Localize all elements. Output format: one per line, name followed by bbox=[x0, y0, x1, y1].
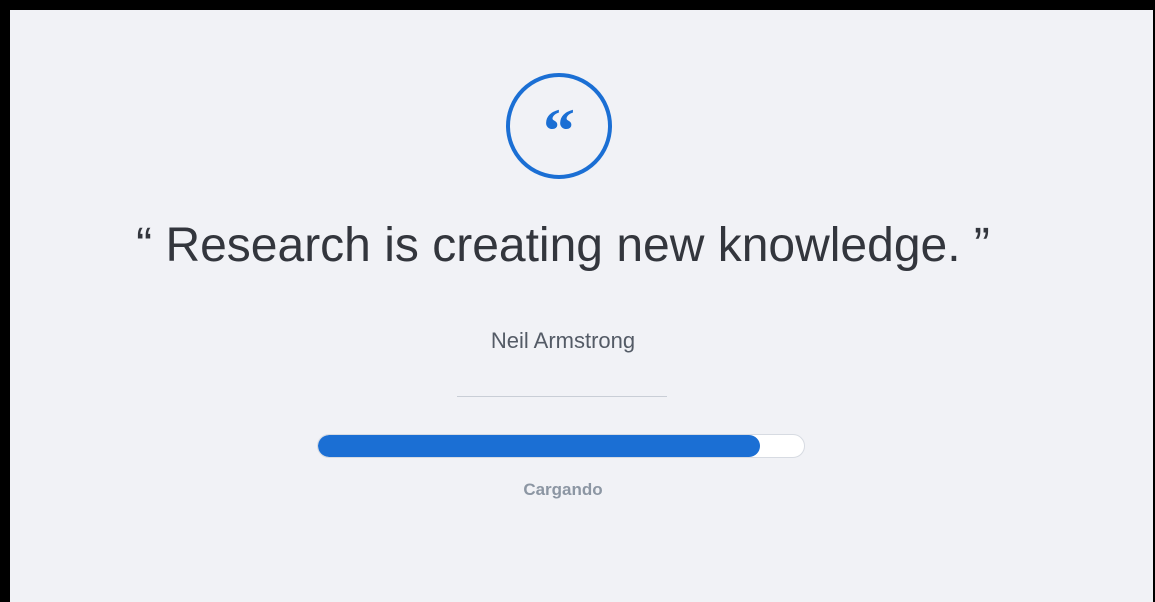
progress-fill bbox=[318, 435, 761, 457]
divider bbox=[457, 396, 667, 397]
quote-icon: “ bbox=[506, 73, 612, 179]
loading-label: Cargando bbox=[523, 480, 603, 499]
quote-glyph: “ bbox=[543, 95, 575, 166]
progress-bar bbox=[317, 434, 805, 458]
quote-text: “ Research is creating new knowledge. ” bbox=[136, 219, 990, 272]
loading-screen: “ “ Research is creating new knowledge. … bbox=[10, 10, 1153, 602]
quote-author: Neil Armstrong bbox=[490, 328, 636, 353]
